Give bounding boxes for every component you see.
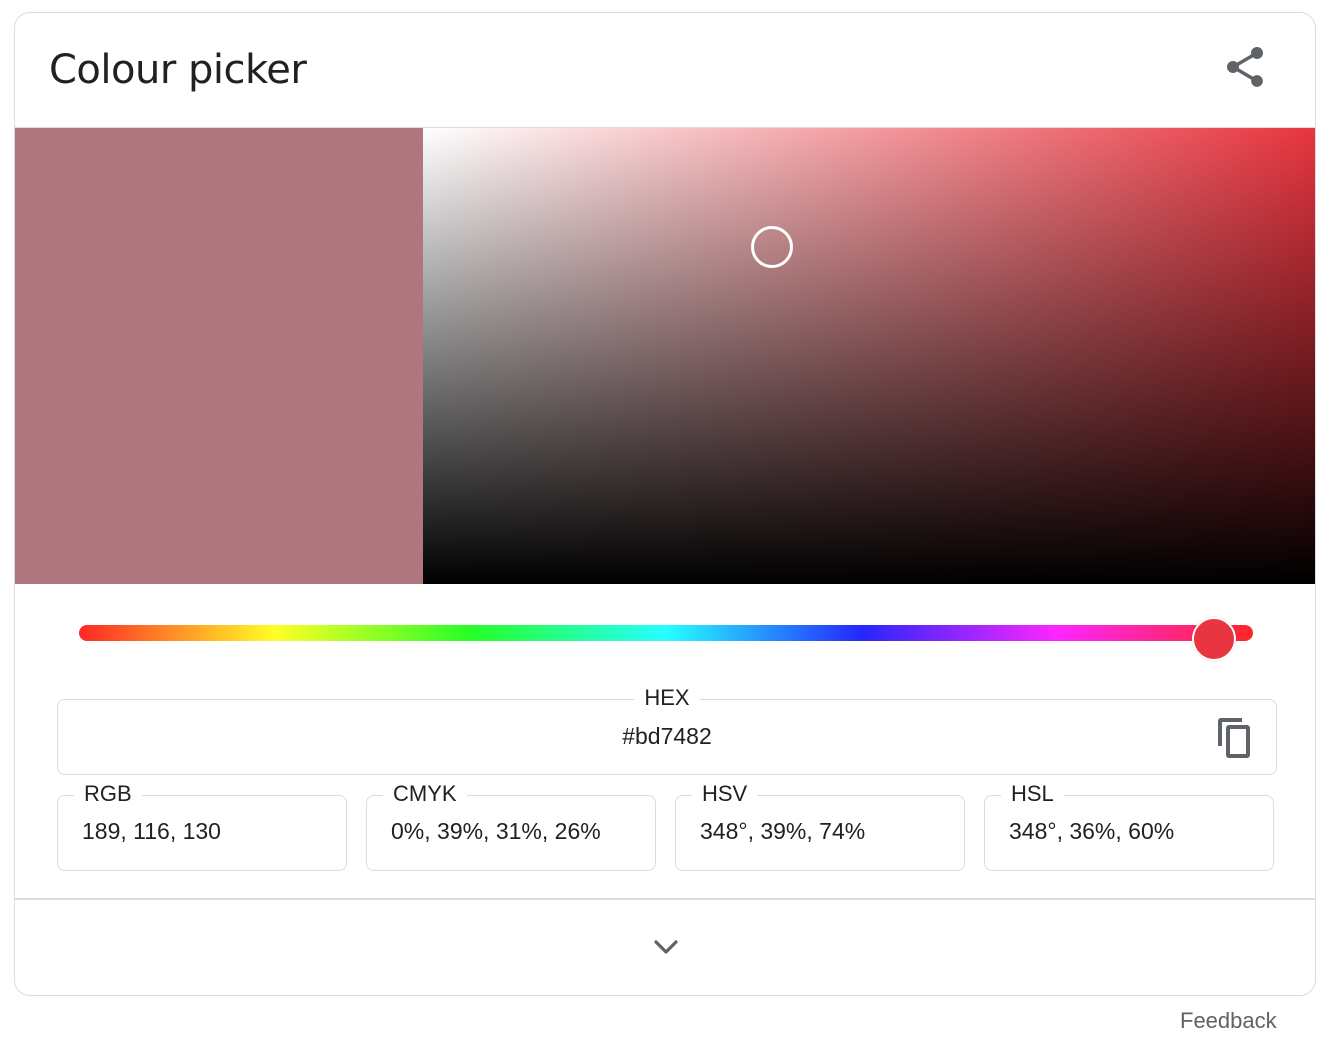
hsv-value[interactable]: 348°, 39%, 74% [700,816,865,846]
share-button[interactable] [1221,43,1269,91]
hue-slider-track[interactable] [79,625,1253,641]
picker-area [15,127,1315,584]
cmyk-label: CMYK [383,780,467,808]
hsl-field[interactable]: HSL 348°, 36%, 60% [984,780,1274,871]
chevron-down-icon [654,940,678,954]
share-icon [1227,47,1263,87]
copy-icon [1218,718,1250,758]
hsv-field[interactable]: HSV 348°, 39%, 74% [675,780,965,871]
hsl-value[interactable]: 348°, 36%, 60% [1009,816,1174,846]
rgb-value[interactable]: 189, 116, 130 [82,816,221,846]
saturation-value-panel[interactable] [423,128,1315,584]
rgb-field[interactable]: RGB 189, 116, 130 [57,780,347,871]
divider [15,898,1315,900]
expand-button[interactable] [646,933,686,963]
feedback-link[interactable]: Feedback [1180,1008,1277,1034]
hsv-label: HSV [692,780,758,808]
copy-button[interactable] [1214,716,1254,760]
rgb-label: RGB [74,780,142,808]
hex-label: HEX [634,684,700,712]
selected-colour-swatch [15,128,423,584]
hex-value[interactable]: #bd7482 [58,721,1276,751]
hex-field[interactable]: HEX #bd7482 [57,684,1277,775]
hsl-label: HSL [1001,780,1064,808]
cmyk-value[interactable]: 0%, 39%, 31%, 26% [391,816,601,846]
widget-title: Colour picker [49,47,307,93]
colour-picker-card: Colour picker HEX #bd7482 RGB 189, 116, … [14,12,1316,996]
hue-slider-thumb[interactable] [1191,617,1236,661]
cmyk-field[interactable]: CMYK 0%, 39%, 31%, 26% [366,780,656,871]
saturation-value-handle[interactable] [750,225,793,268]
